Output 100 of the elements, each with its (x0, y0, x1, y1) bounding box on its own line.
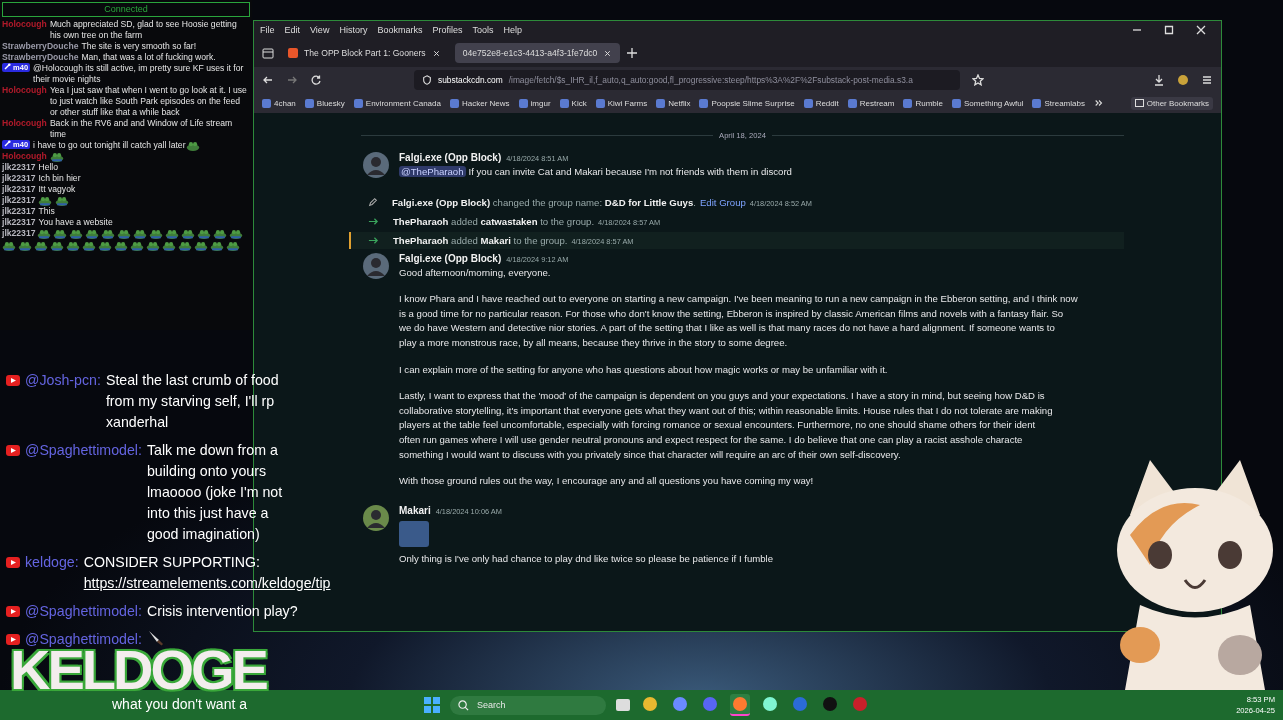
chat-message: You have a website (38, 217, 113, 228)
menu-item[interactable]: View (310, 25, 330, 35)
youtube-icon (6, 606, 20, 617)
frog-emote-icon (2, 240, 16, 252)
chat-message: Much appreciated SD, glad to see Hoosie getting his own tree on the farm (49, 19, 237, 40)
message-text: collaborative storytelling, it's important that everyone gets what they want out of this; within reasonable limits. House rules that I do not tolerate are making (399, 404, 1053, 416)
search-icon (458, 699, 469, 711)
frog-emote-icon (38, 195, 53, 207)
message-text: play a more monstrous race, by all means, because they thrive in the story to some degree. (399, 336, 788, 348)
favicon-icon (262, 98, 271, 108)
reload-icon[interactable] (310, 74, 322, 86)
maximize-icon[interactable] (1163, 24, 1175, 36)
frog-emote-icon (229, 228, 244, 240)
chat-message: Back in the RV6 and and Window of Life stream time (49, 118, 233, 139)
frog-emote-icon (165, 228, 180, 240)
favicon-icon (559, 98, 569, 108)
chat-message: Yea I just saw that when I went to go look at it. I use to just watch like South Park episodes on the feed or other stuff like that a while back (49, 85, 247, 117)
frog-emote-icon (53, 228, 68, 240)
download-icon[interactable] (1153, 74, 1165, 86)
user-mention[interactable]: @ThePharaoh (399, 166, 466, 177)
chat-username: jlk22317 (2, 217, 36, 229)
forward-icon[interactable] (286, 74, 298, 86)
chat-username: jlk22317 (2, 228, 36, 240)
youtube-icon (6, 557, 20, 568)
address-bar[interactable]: substackcdn.com /image/fetch/$s_IHR_il,f_auto,q_auto:good,fl_progressive:steep/https%3A%2F%2Fsubstack-post-media.s3.a (414, 70, 960, 90)
bookmark-item[interactable]: Streamlabs (1032, 98, 1085, 108)
bookmark-item[interactable]: Rumble (903, 98, 944, 108)
new-tab-icon[interactable] (626, 47, 639, 59)
start-icon[interactable] (424, 697, 440, 713)
frog-emote-icon (114, 240, 128, 252)
favicon-icon (595, 98, 605, 108)
bookmark-item[interactable]: Hacker News (449, 98, 510, 108)
message-author[interactable]: Falgi.exe (Opp Block) (399, 252, 502, 264)
message-text: If you can invite Cat and Makari because I'm not friends with them in discord (468, 166, 792, 177)
bookmark-item[interactable]: Kick (559, 98, 587, 108)
menu-item[interactable]: Tools (472, 25, 494, 35)
pencil-icon (368, 197, 378, 208)
menu-icon[interactable] (1201, 74, 1213, 86)
message-author[interactable]: Falgi.exe (Opp Block) (399, 152, 502, 163)
frog-emote-icon (133, 228, 148, 240)
chat-username: StrawberryDouche (2, 52, 79, 63)
favicon-icon (847, 98, 857, 108)
bookmark-item[interactable]: Reddit (803, 98, 839, 108)
favicon-icon (803, 98, 813, 108)
star-icon[interactable] (972, 74, 984, 86)
menu-item[interactable]: File (260, 25, 275, 35)
message-text: something I would want to discuss with you privately since that character will require an arc of their own self-discovery. (399, 448, 901, 460)
frog-emote-icon (49, 151, 64, 163)
chat-message: Talk me down from a building onto yours lmaoooo (joke I'm not into this just have a good imagination) (146, 441, 284, 544)
browser-tab[interactable]: The OPP Block Part 1: Gooners (280, 43, 449, 63)
close-icon[interactable] (1195, 24, 1207, 36)
chat-username: Holocough (2, 118, 47, 129)
chat-message: CONSIDER SUPPORTING: (83, 553, 260, 572)
bookmark-item[interactable]: Environment Canada (353, 98, 441, 108)
youtube-icon (6, 375, 20, 386)
message-text: Lastly, I want to express that the 'mood' of the campaign is dependent on you guys and your expectations. I have a story in mind, but seeing how D&D is (399, 390, 1045, 402)
chat-message: Crisis intervention play? (146, 602, 298, 621)
frog-emote-icon (181, 228, 196, 240)
favicon-icon (1032, 98, 1042, 108)
back-icon[interactable] (262, 74, 274, 86)
close-tab-icon[interactable] (603, 48, 613, 58)
search-field[interactable]: Search (450, 695, 606, 715)
bookmark-item[interactable]: Bluesky (304, 98, 345, 108)
frog-emote-icon (146, 240, 160, 252)
frog-emote-icon (66, 240, 80, 252)
favicon-icon (656, 98, 666, 108)
message-text: Only thing is I've only had chance to play dnd like twice so please be patience if I fumble (399, 552, 774, 564)
chevron-icon[interactable] (1093, 98, 1104, 108)
frog-emote-icon (69, 228, 84, 240)
close-tab-icon[interactable] (431, 48, 441, 58)
chat-message: Itt vagyok (38, 184, 76, 195)
frog-emote-icon (130, 240, 144, 252)
bookmark-item[interactable]: 4chan (262, 98, 296, 108)
message-text: With those ground rules out the way, I encourage any and all questions you have coming my way! (399, 475, 814, 487)
message-text: is a good time for no particular reason. For those who don't know the setting, Ebberon is inspired by classic American films and novels with a fantasy flair. So (399, 307, 1064, 319)
menu-item[interactable]: Help (503, 25, 522, 35)
favicon-icon (353, 98, 363, 108)
edit-group-link[interactable]: Edit Group (699, 196, 746, 208)
tip-link[interactable]: https://streamelements.com/keldoge/tip (83, 573, 331, 594)
other-bookmarks[interactable]: Other Bookmarks (1130, 96, 1213, 110)
menu-item[interactable]: Edit (284, 25, 301, 35)
bookmark-item[interactable]: Netflix (656, 98, 691, 108)
menu-item[interactable]: Bookmarks (377, 25, 423, 35)
menu-item[interactable]: Profiles (432, 25, 463, 35)
system-message: ThePharaoh added catwastaken to the group. (393, 215, 595, 227)
avatar-icon (363, 252, 389, 279)
extension-icon[interactable] (1177, 74, 1189, 86)
message-text: we do have Western and detective nior stories. A part of the setting that I like as well is that many races do not have a hard alignment. If someone wants to (399, 322, 1055, 334)
avatar-icon (363, 152, 389, 178)
menu-item[interactable]: History (339, 25, 368, 35)
bookmark-item[interactable]: Poopsie Slime Surprise (699, 98, 795, 108)
message-author[interactable]: Makari (399, 504, 431, 516)
bookmark-item[interactable]: Kiwi Farms (595, 98, 648, 108)
bookmark-item[interactable]: imgur (518, 98, 551, 108)
browser-tab[interactable]: 04e752e8-e1c3-4413-a4f3-1fe7dc0 (454, 43, 621, 63)
folder-icon (1134, 99, 1144, 107)
bookmark-item[interactable]: Restream (847, 98, 895, 108)
tab-tray-icon[interactable] (262, 47, 274, 59)
image-attachment[interactable] (399, 520, 429, 547)
bookmark-item[interactable]: Something Awful (952, 98, 1024, 108)
